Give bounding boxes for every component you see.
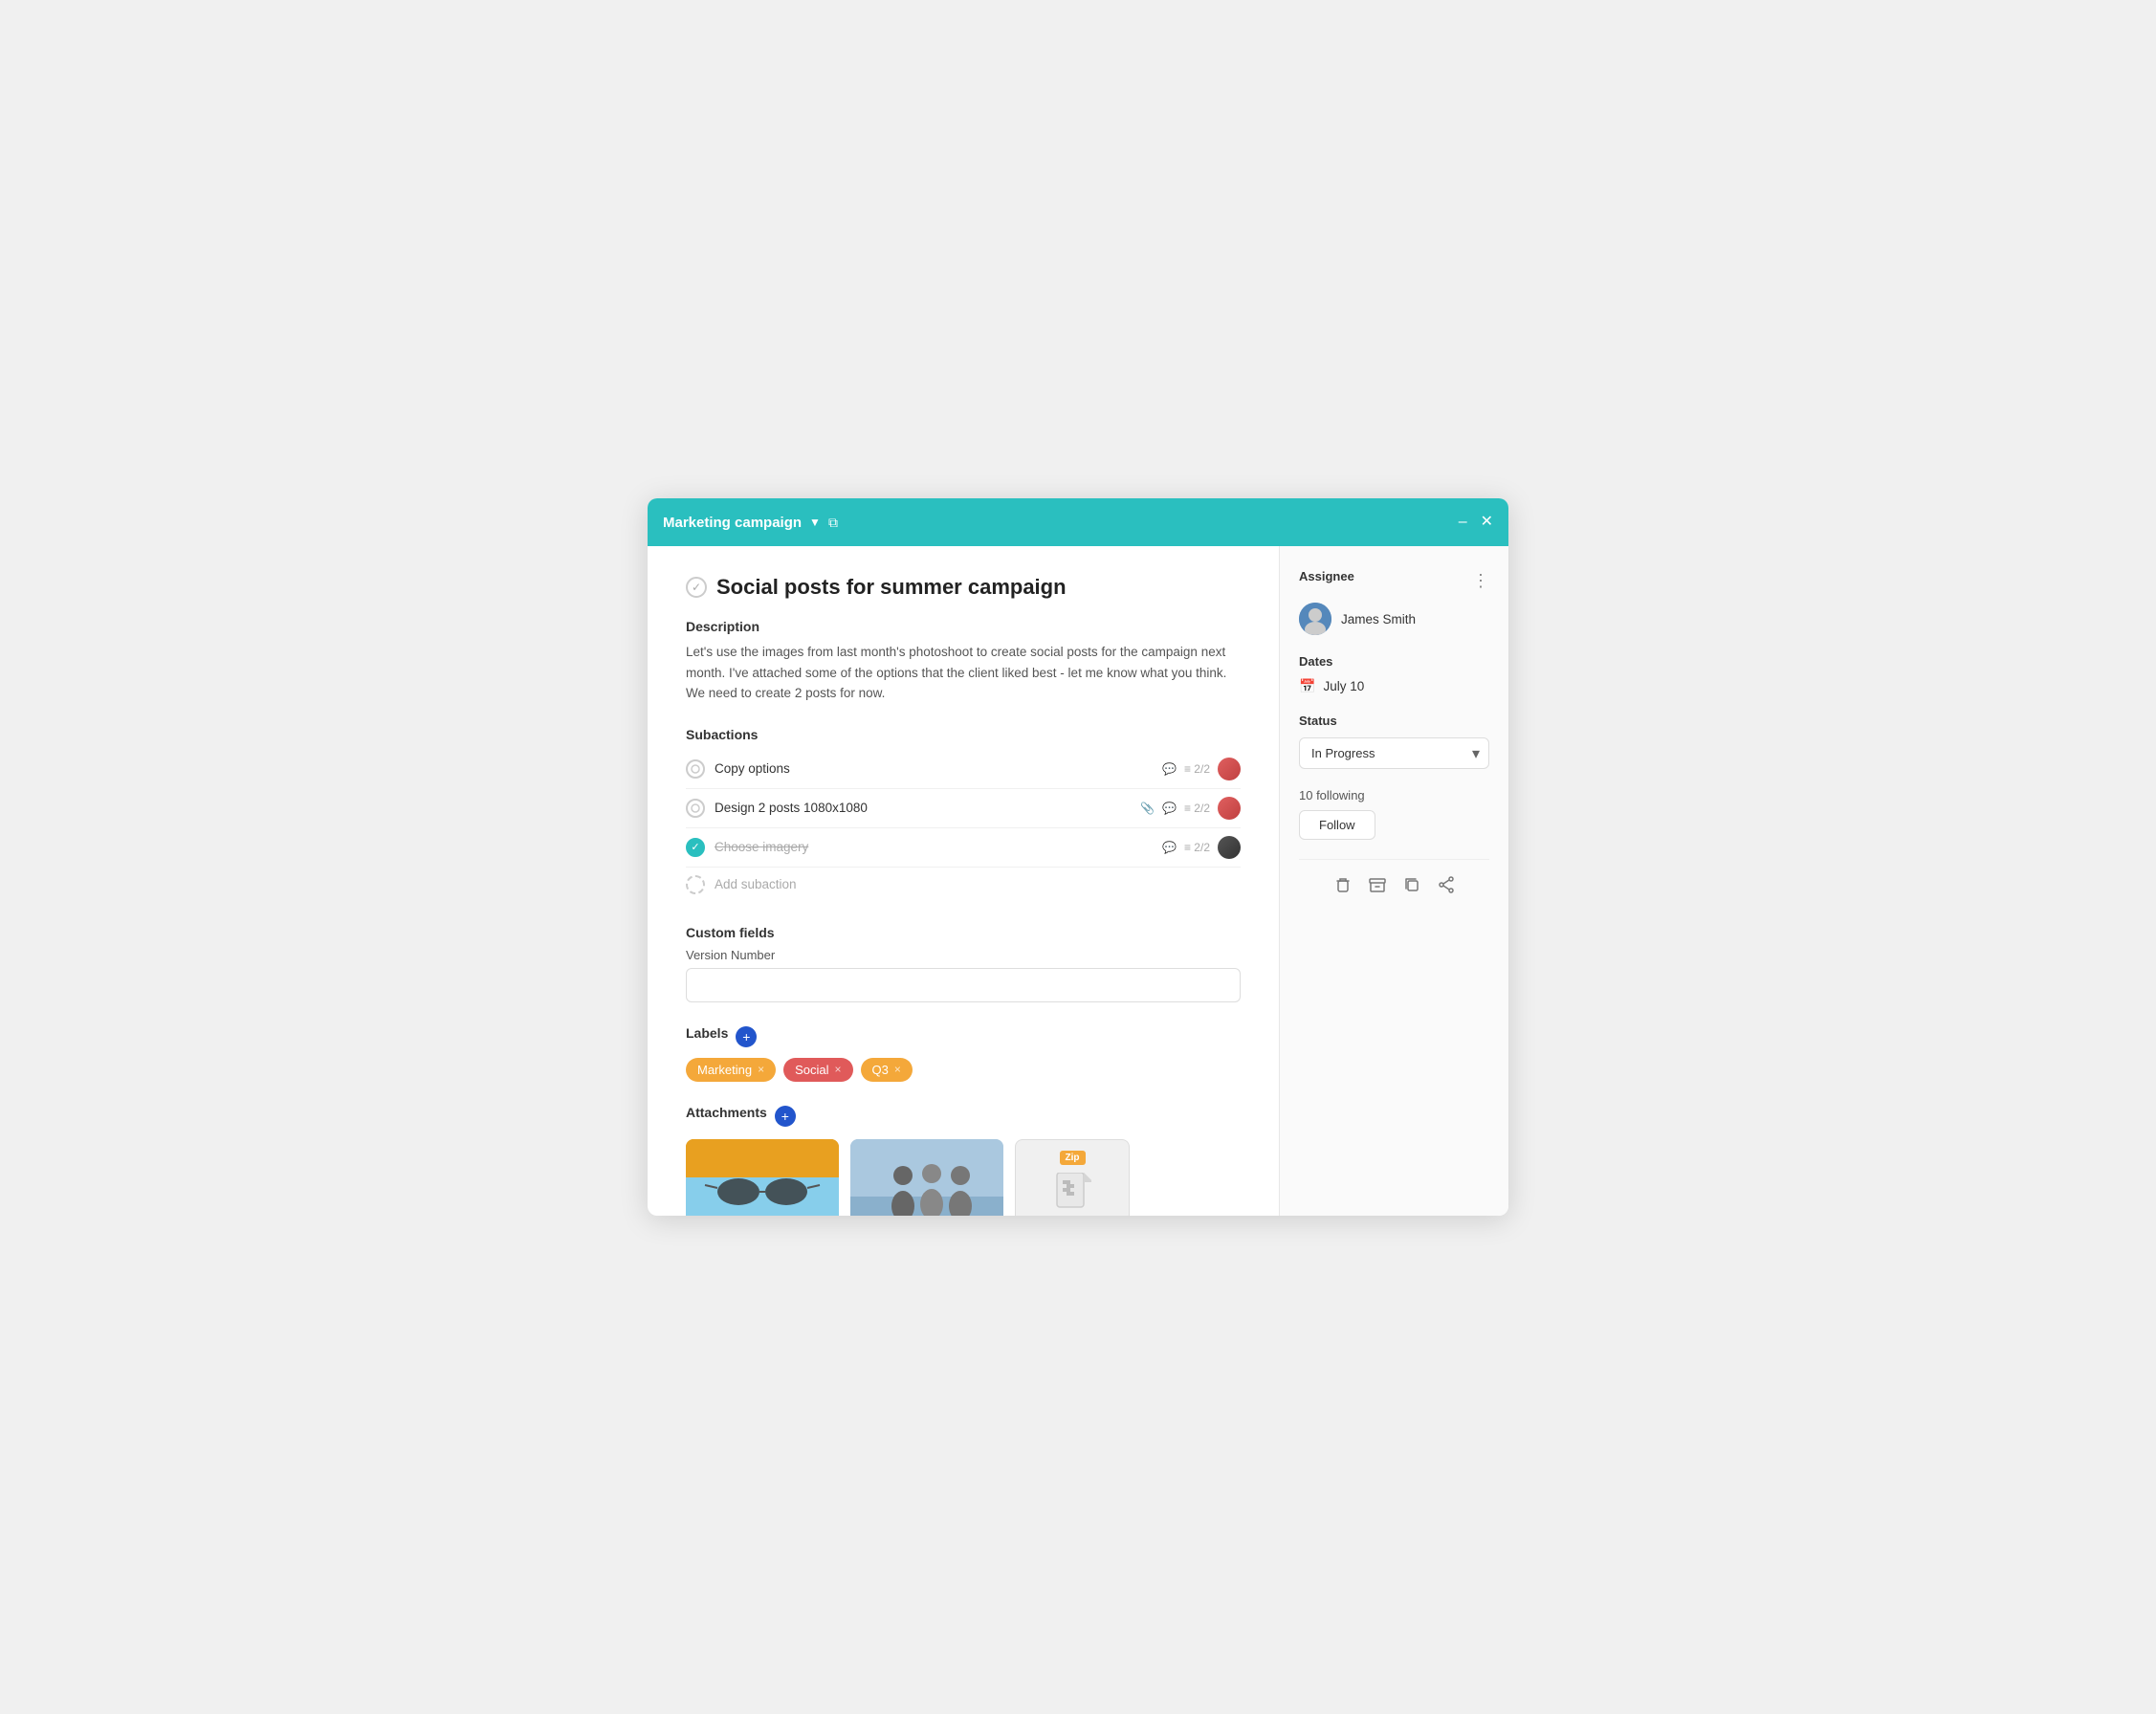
status-select[interactable]: To Do In Progress Done [1299, 737, 1489, 769]
close-button[interactable]: ✕ [1481, 515, 1493, 530]
subaction-name-2: Design 2 posts 1080x1080 [715, 801, 1140, 815]
labels-section: Labels + Marketing × Social × Q3 × [686, 1025, 1241, 1082]
subaction-avatar-1 [1218, 758, 1241, 780]
minimize-button[interactable]: – [1459, 515, 1467, 530]
archive-button[interactable] [1368, 875, 1387, 899]
description-label: Description [686, 619, 1241, 634]
task-status-check[interactable]: ✓ [686, 577, 707, 598]
label-social[interactable]: Social × [783, 1058, 852, 1082]
subtask-count-1: ≡ 2/2 [1184, 762, 1210, 776]
date-value: July 10 [1323, 679, 1364, 693]
add-subaction-icon [686, 875, 705, 894]
description-section: Description Let's use the images from la… [686, 619, 1241, 704]
main-panel: ✓ Social posts for summer campaign Descr… [648, 546, 1279, 1216]
assignee-name: James Smith [1341, 612, 1416, 626]
sidebar-actions-row [1299, 859, 1489, 899]
subaction-item-2: Design 2 posts 1080x1080 📎 💬 ≡ 2/2 [686, 789, 1241, 828]
date-row: 📅 July 10 [1299, 678, 1489, 694]
label-marketing-text: Marketing [697, 1063, 752, 1077]
external-link-icon[interactable]: ⧉ [828, 515, 838, 531]
add-label-button[interactable]: + [736, 1026, 757, 1047]
subaction-meta-1: 💬 ≡ 2/2 [1162, 758, 1241, 780]
subactions-label: Subactions [686, 727, 1241, 742]
zip-badge: Zip [1060, 1151, 1086, 1165]
version-number-input[interactable] [686, 968, 1241, 1002]
subaction-avatar-2 [1218, 797, 1241, 820]
labels-title-row: Labels + [686, 1025, 1241, 1048]
comment-icon-1: 💬 [1162, 762, 1177, 776]
description-text: Let's use the images from last month's p… [686, 642, 1241, 704]
add-subaction-label: Add subaction [715, 877, 797, 891]
label-social-text: Social [795, 1063, 828, 1077]
titlebar-title: Marketing campaign [663, 515, 802, 531]
zip-file-icon [1053, 1173, 1091, 1216]
assignee-row: James Smith [1299, 603, 1489, 635]
follow-button[interactable]: Follow [1299, 810, 1375, 840]
subactions-section: Subactions Copy options 💬 ≡ 2/2 [686, 727, 1241, 902]
subaction-check-1[interactable] [686, 759, 705, 779]
sidebar-assignee-section: Assignee ⋮ James Smith [1299, 569, 1489, 635]
label-marketing[interactable]: Marketing × [686, 1058, 776, 1082]
attachment-thumb-2[interactable] [850, 1139, 1003, 1216]
task-title-row: ✓ Social posts for summer campaign [686, 575, 1241, 600]
labels-row: Marketing × Social × Q3 × [686, 1058, 1241, 1082]
custom-fields-label: Custom fields [686, 925, 1241, 940]
label-q3[interactable]: Q3 × [861, 1058, 913, 1082]
status-section-label: Status [1299, 714, 1489, 728]
subaction-item: Copy options 💬 ≡ 2/2 [686, 750, 1241, 789]
paperclip-icon-2: 📎 [1140, 802, 1155, 815]
titlebar-right: – ✕ [1459, 515, 1493, 530]
version-number-label: Version Number [686, 948, 1241, 962]
subaction-meta-3: 💬 ≡ 2/2 [1162, 836, 1241, 859]
titlebar-left: Marketing campaign ▼ ⧉ [663, 515, 838, 531]
more-options-button[interactable]: ⋮ [1472, 571, 1489, 591]
main-window: Marketing campaign ▼ ⧉ – ✕ ✓ Social post… [648, 498, 1508, 1216]
attachments-label: Attachments [686, 1105, 767, 1120]
titlebar: Marketing campaign ▼ ⧉ – ✕ [648, 498, 1508, 546]
add-attachment-button[interactable]: + [775, 1106, 796, 1127]
titlebar-chevron-icon: ▼ [809, 516, 821, 529]
label-marketing-remove[interactable]: × [758, 1063, 764, 1076]
assignee-avatar [1299, 603, 1331, 635]
sidebar-dates-section: Dates 📅 July 10 [1299, 654, 1489, 694]
content-area: ✓ Social posts for summer campaign Descr… [648, 546, 1508, 1216]
share-button[interactable] [1437, 875, 1456, 899]
attachments-grid: Zip [686, 1139, 1241, 1216]
attachment-thumb-1[interactable] [686, 1139, 839, 1216]
custom-fields-section: Custom fields Version Number [686, 925, 1241, 1002]
following-section: 10 following Follow [1299, 788, 1489, 840]
sidebar-status-section: Status To Do In Progress Done ▾ [1299, 714, 1489, 769]
attachments-section: Attachments + [686, 1105, 1241, 1216]
subtask-count-3: ≡ 2/2 [1184, 841, 1210, 854]
subtask-count-2: ≡ 2/2 [1184, 802, 1210, 815]
subaction-name-1: Copy options [715, 761, 1162, 776]
subaction-item-3: ✓ Choose imagery 💬 ≡ 2/2 [686, 828, 1241, 868]
label-q3-remove[interactable]: × [894, 1063, 901, 1076]
comment-icon-2: 💬 [1162, 802, 1177, 815]
assignee-section-label: Assignee [1299, 569, 1354, 583]
label-social-remove[interactable]: × [835, 1063, 842, 1076]
sidebar: Assignee ⋮ James Smith Dates [1279, 546, 1508, 1216]
subaction-avatar-3 [1218, 836, 1241, 859]
delete-button[interactable] [1333, 875, 1353, 899]
task-title: Social posts for summer campaign [716, 575, 1067, 600]
dates-section-label: Dates [1299, 654, 1489, 669]
status-select-wrapper: To Do In Progress Done ▾ [1299, 737, 1489, 769]
attachments-title-row: Attachments + [686, 1105, 1241, 1128]
label-q3-text: Q3 [872, 1063, 889, 1077]
subaction-meta-2: 📎 💬 ≡ 2/2 [1140, 797, 1241, 820]
labels-label: Labels [686, 1025, 728, 1041]
subaction-check-3[interactable]: ✓ [686, 838, 705, 857]
add-subaction-row[interactable]: Add subaction [686, 868, 1241, 902]
calendar-icon: 📅 [1299, 678, 1315, 694]
comment-icon-3: 💬 [1162, 841, 1177, 854]
duplicate-button[interactable] [1402, 875, 1421, 899]
subaction-name-3: Choose imagery [715, 840, 1162, 854]
subaction-check-2[interactable] [686, 799, 705, 818]
attachment-thumb-3[interactable]: Zip [1015, 1139, 1130, 1216]
following-count: 10 following [1299, 788, 1489, 802]
